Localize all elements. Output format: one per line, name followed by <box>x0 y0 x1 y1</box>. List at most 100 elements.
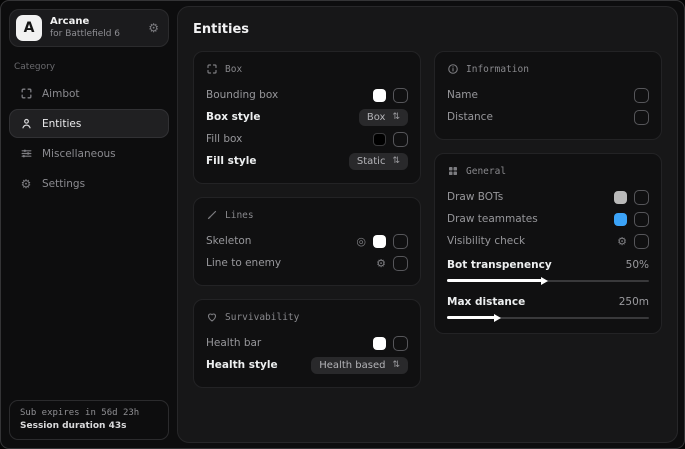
app-tagline: for Battlefield 6 <box>50 29 120 40</box>
color-swatch[interactable] <box>614 213 627 226</box>
color-swatch[interactable] <box>373 133 386 146</box>
card-information-title: Information <box>466 64 529 75</box>
line-to-enemy-checkbox[interactable] <box>393 256 408 271</box>
card-general: General Draw BOTs Draw teammates <box>434 153 662 334</box>
lines-pencil-icon <box>206 209 218 221</box>
setting-slider-bot-transparency: Bot transpenency 50% <box>447 259 649 285</box>
bot-transparency-slider[interactable] <box>447 276 649 285</box>
setting-label: Draw BOTs <box>447 191 503 203</box>
line-to-enemy-gear-icon[interactable]: ⚙ <box>376 258 386 269</box>
setting-label: Bot transpenency <box>447 259 552 271</box>
slider-thumb[interactable] <box>541 277 548 285</box>
sidebar-nav: Aimbot Entities Miscel <box>9 79 169 198</box>
sidebar: A Arcane for Battlefield 6 ⚙ Category Ai… <box>1 1 177 448</box>
slider-thumb[interactable] <box>494 314 501 322</box>
max-distance-slider[interactable] <box>447 313 649 322</box>
box-corners-icon <box>206 63 218 75</box>
box-style-dropdown[interactable]: Box ⇅ <box>359 109 408 126</box>
sidebar-item-entities[interactable]: Entities <box>9 109 169 138</box>
sidebar-item-miscellaneous[interactable]: Miscellaneous <box>9 139 169 168</box>
app-brand-card: A Arcane for Battlefield 6 ⚙ <box>9 9 169 47</box>
card-box: Box Bounding box Box style Box <box>193 51 421 184</box>
skeleton-checkbox[interactable] <box>393 234 408 249</box>
color-swatch[interactable] <box>373 337 386 350</box>
setting-label: Health bar <box>206 337 261 349</box>
fill-box-checkbox[interactable] <box>393 132 408 147</box>
name-checkbox[interactable] <box>634 88 649 103</box>
card-information: Information Name Distance <box>434 51 662 140</box>
card-lines: Lines Skeleton ◎ Line to enemy ⚙ <box>193 197 421 286</box>
information-info-icon <box>447 63 459 75</box>
setting-row-skeleton: Skeleton ◎ <box>206 230 408 252</box>
setting-label: Line to enemy <box>206 257 281 269</box>
chevron-up-down-icon: ⇅ <box>392 360 400 370</box>
color-swatch[interactable] <box>373 89 386 102</box>
card-lines-title: Lines <box>225 210 254 221</box>
color-swatch[interactable] <box>614 191 627 204</box>
setting-row-health-style: Health style Health based ⇅ <box>206 354 408 376</box>
setting-row-health-bar: Health bar <box>206 332 408 354</box>
card-survivability: Survivability Health bar Health style <box>193 299 421 388</box>
card-general-title: General <box>466 166 506 177</box>
fill-style-dropdown[interactable]: Static ⇅ <box>349 153 408 170</box>
setting-label: Skeleton <box>206 235 251 247</box>
dropdown-value: Static <box>357 156 386 167</box>
sidebar-item-settings[interactable]: ⚙ Settings <box>9 169 169 198</box>
setting-row-line-to-enemy: Line to enemy ⚙ <box>206 252 408 274</box>
setting-row-visibility-check: Visibility check ⚙ <box>447 230 649 252</box>
setting-slider-max-distance: Max distance 250m <box>447 296 649 322</box>
session-duration-text: Session duration 43s <box>20 421 158 431</box>
bounding-box-checkbox[interactable] <box>393 88 408 103</box>
setting-row-bounding-box: Bounding box <box>206 84 408 106</box>
color-swatch[interactable] <box>373 235 386 248</box>
slider-value: 50% <box>626 259 649 271</box>
setting-label: Name <box>447 89 478 101</box>
health-style-dropdown[interactable]: Health based ⇅ <box>311 357 408 374</box>
chevron-up-down-icon: ⇅ <box>392 156 400 166</box>
slider-fill <box>447 279 542 282</box>
setting-label: Draw teammates <box>447 213 538 225</box>
general-grid-icon <box>447 165 459 177</box>
setting-row-fill-style: Fill style Static ⇅ <box>206 150 408 172</box>
sidebar-item-aimbot[interactable]: Aimbot <box>9 79 169 108</box>
app-name: Arcane <box>50 16 120 29</box>
dropdown-value: Health based <box>319 360 385 371</box>
subscription-info-box: Sub expires in 56d 23h Session duration … <box>9 400 169 440</box>
setting-label: Fill style <box>206 155 256 167</box>
visibility-check-checkbox[interactable] <box>634 234 649 249</box>
setting-label: Fill box <box>206 133 242 145</box>
setting-label: Max distance <box>447 296 525 308</box>
category-label: Category <box>14 62 164 72</box>
setting-label: Visibility check <box>447 235 525 247</box>
setting-label: Distance <box>447 111 493 123</box>
setting-row-distance: Distance <box>447 106 649 128</box>
chevron-up-down-icon: ⇅ <box>392 112 400 122</box>
draw-teammates-checkbox[interactable] <box>634 212 649 227</box>
setting-label: Health style <box>206 359 278 371</box>
survivability-heart-icon <box>206 311 218 323</box>
app-logo: A <box>16 15 42 41</box>
slider-fill <box>447 316 495 319</box>
draw-bots-checkbox[interactable] <box>634 190 649 205</box>
setting-row-box-style: Box style Box ⇅ <box>206 106 408 128</box>
setting-row-name: Name <box>447 84 649 106</box>
distance-checkbox[interactable] <box>634 110 649 125</box>
dropdown-value: Box <box>367 112 386 123</box>
visibility-check-gear-icon[interactable]: ⚙ <box>617 236 627 247</box>
setting-row-draw-teammates: Draw teammates <box>447 208 649 230</box>
sidebar-item-label: Entities <box>42 118 81 130</box>
setting-label: Bounding box <box>206 89 278 101</box>
setting-label: Box style <box>206 111 260 123</box>
subscription-expiry-text: Sub expires in 56d 23h <box>20 408 158 418</box>
aimbot-crosshair-icon <box>19 87 33 100</box>
card-box-title: Box <box>225 64 242 75</box>
page-title: Entities <box>193 22 662 37</box>
entities-person-icon <box>19 117 33 130</box>
health-bar-checkbox[interactable] <box>393 336 408 351</box>
settings-gear-icon: ⚙ <box>19 177 33 191</box>
setting-row-draw-bots: Draw BOTs <box>447 186 649 208</box>
brand-gear-icon[interactable]: ⚙ <box>148 21 159 35</box>
setting-row-fill-box: Fill box <box>206 128 408 150</box>
skeleton-options-icon[interactable]: ◎ <box>356 236 366 247</box>
slider-value: 250m <box>619 296 649 308</box>
